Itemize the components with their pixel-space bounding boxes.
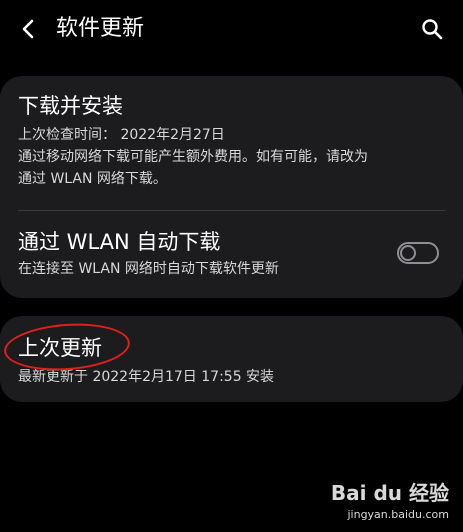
last-check-time: 上次检查时间： 2022年2月27日 (18, 127, 225, 143)
download-install-title: 下载并安装 (18, 94, 123, 118)
mobile-data-note-line2: 通过 WLAN 网络下载。 (18, 171, 167, 187)
last-update-item[interactable]: 上次更新 最新更新于 2022年2月17日 17:55 安装 (18, 334, 445, 388)
update-options-card: 下载并安装 上次检查时间： 2022年2月27日 通过移动网络下载可能产生额外费… (0, 76, 463, 298)
back-button[interactable] (14, 14, 44, 44)
auto-download-subtitle: 在连接至 WLAN 网络时自动下载软件更新 (18, 261, 279, 277)
chevron-left-icon (22, 19, 34, 39)
auto-download-item[interactable]: 通过 WLAN 自动下载 在连接至 WLAN 网络时自动下载软件更新 (18, 228, 373, 280)
search-button[interactable] (417, 14, 447, 44)
download-install-item[interactable]: 下载并安装 上次检查时间： 2022年2月27日 通过移动网络下载可能产生额外费… (18, 92, 445, 190)
watermark-url: jingyan.baidu.com (347, 508, 449, 521)
watermark-logo: Bai du 经验 (330, 481, 449, 505)
divider (18, 210, 445, 211)
mobile-data-note-line1: 通过移动网络下载可能产生额外费用。如有可能，请改为 (18, 149, 368, 165)
auto-download-toggle[interactable] (397, 242, 439, 264)
auto-download-title: 通过 WLAN 自动下载 (18, 230, 221, 254)
baidu-jingyan-watermark: Bai du 经验 jingyan.baidu.com (317, 480, 457, 528)
last-update-subtitle: 最新更新于 2022年2月17日 17:55 安装 (18, 369, 275, 385)
search-icon (422, 19, 443, 40)
top-app-bar: 软件更新 (0, 0, 463, 60)
toggle-knob (400, 245, 416, 261)
last-update-title: 上次更新 (18, 336, 102, 360)
last-update-card: 上次更新 最新更新于 2022年2月17日 17:55 安装 (0, 316, 463, 402)
page-title: 软件更新 (56, 16, 145, 41)
